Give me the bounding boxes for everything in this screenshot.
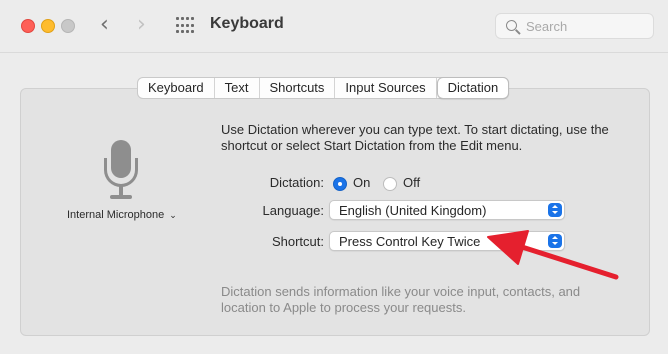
zoom-window-button[interactable] (61, 19, 75, 33)
tab-input-sources[interactable]: Input Sources (335, 78, 437, 98)
tab-keyboard[interactable]: Keyboard (138, 78, 215, 98)
shortcut-value: Press Control Key Twice (339, 234, 481, 249)
privacy-footer: Dictation sends information like your vo… (221, 284, 581, 315)
microphone-label: Internal Microphone (67, 209, 165, 221)
search-icon (506, 20, 517, 31)
window-title: Keyboard (210, 15, 284, 32)
language-popup[interactable]: English (United Kingdom) (329, 200, 565, 220)
popup-stepper-icon (548, 234, 562, 248)
title-bar-divider (0, 52, 668, 53)
dictation-on-label[interactable]: On (353, 175, 370, 190)
tab-text[interactable]: Text (215, 78, 260, 98)
close-window-button[interactable] (21, 19, 35, 33)
tab-bar: Keyboard Text Shortcuts Input Sources Di… (137, 77, 510, 99)
chevron-down-icon: ⌄ (169, 210, 177, 220)
search-field[interactable]: Search (495, 13, 654, 39)
shortcut-label: Shortcut: (271, 234, 324, 249)
popup-stepper-icon (548, 203, 562, 217)
microphone-icon (101, 140, 141, 204)
dictation-label: Dictation: (269, 175, 324, 190)
language-label: Language: (262, 203, 324, 218)
shortcut-popup[interactable]: Press Control Key Twice (329, 231, 565, 251)
dictation-off-radio[interactable] (383, 177, 397, 191)
dictation-on-radio[interactable] (333, 177, 347, 191)
back-chevron-icon[interactable]: ‹ (100, 14, 109, 36)
title-bar: ‹ › Keyboard Search (0, 0, 668, 52)
tab-dictation[interactable]: Dictation (436, 77, 510, 99)
forward-chevron-icon[interactable]: › (137, 14, 146, 36)
language-value: English (United Kingdom) (339, 203, 487, 218)
show-all-grid-icon[interactable] (176, 17, 194, 35)
microphone-selector[interactable]: Internal Microphone ⌄ (67, 209, 177, 221)
dictation-description: Use Dictation wherever you can type text… (221, 122, 609, 153)
dictation-off-label[interactable]: Off (403, 175, 420, 190)
tab-shortcuts[interactable]: Shortcuts (260, 78, 336, 98)
minimize-window-button[interactable] (41, 19, 55, 33)
search-placeholder: Search (526, 19, 568, 34)
